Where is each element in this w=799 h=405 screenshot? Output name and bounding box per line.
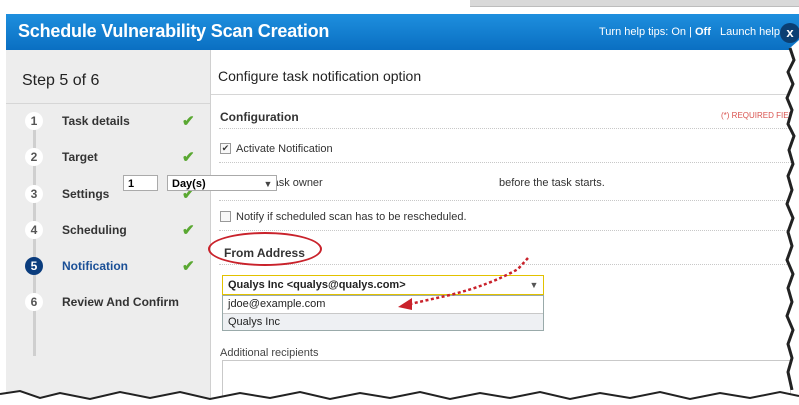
torn-edge-bottom	[0, 389, 799, 405]
step-label: Scheduling	[62, 223, 127, 237]
sidebar-step-review[interactable]: 6 Review And Confirm	[6, 293, 210, 323]
additional-recipients-label: Additional recipients	[220, 347, 319, 359]
notify-suffix-label: before the task starts.	[499, 177, 605, 189]
title-divider	[211, 94, 799, 95]
step-number: 5	[25, 257, 43, 275]
background-window	[470, 0, 799, 7]
checkmark-icon: ✔	[182, 258, 195, 275]
sidebar-step-scheduling[interactable]: 4 Scheduling ✔	[6, 221, 210, 251]
activate-notification-label: Activate Notification	[236, 143, 333, 155]
step-number: 3	[25, 185, 43, 203]
section-divider	[219, 128, 799, 129]
step-label: Target	[62, 150, 98, 164]
activate-notification-checkbox[interactable]: ✔	[220, 142, 231, 154]
activate-notification-row[interactable]: ✔ Activate Notification	[220, 142, 333, 155]
main-panel: Configure task notification option Confi…	[211, 50, 799, 405]
step-indicator: Step 5 of 6	[22, 72, 100, 89]
step-number: 1	[25, 112, 43, 130]
dialog-title: Schedule Vulnerability Scan Creation	[18, 21, 330, 41]
sidebar-step-notification[interactable]: 5 Notification ✔	[6, 257, 210, 287]
help-tips-toggle[interactable]: Turn help tips: On | Off	[599, 26, 711, 38]
reschedule-checkbox[interactable]	[220, 210, 231, 222]
torn-edge-right	[785, 40, 799, 390]
step-number: 4	[25, 221, 43, 239]
step-label: Notification	[62, 259, 128, 273]
notify-unit-value: Day(s)	[172, 178, 206, 190]
from-address-value: Qualys Inc <qualys@qualys.com>	[228, 279, 406, 291]
notify-days-input[interactable]: 1	[123, 175, 158, 191]
dialog-header: Schedule Vulnerability Scan Creation Tur…	[6, 14, 799, 50]
row-divider	[219, 230, 799, 231]
row-divider	[219, 200, 799, 201]
step-number: 6	[25, 293, 43, 311]
background-strip	[0, 0, 799, 14]
page-title: Configure task notification option	[218, 68, 422, 84]
step-number: 2	[25, 148, 43, 166]
wizard-sidebar: Step 5 of 6 1 Task details ✔ 2 Target ✔ …	[6, 50, 211, 405]
notify-unit-select[interactable]: Day(s) ▼	[167, 175, 277, 191]
help-tips-label: Turn help tips: On |	[599, 26, 695, 38]
checkmark-icon: ✔	[182, 222, 195, 239]
sidebar-step-target[interactable]: 2 Target ✔	[6, 148, 210, 178]
reschedule-label: Notify if scheduled scan has to be resch…	[236, 211, 467, 223]
chevron-down-icon: ▼	[263, 179, 273, 189]
launch-help-link[interactable]: Launch help	[720, 26, 780, 38]
configuration-heading: Configuration	[220, 110, 299, 124]
checkmark-icon: ✔	[182, 149, 195, 166]
checkmark-icon: ✔	[182, 113, 195, 130]
step-label: Task details	[62, 114, 130, 128]
sidebar-step-task-details[interactable]: 1 Task details ✔	[6, 112, 210, 142]
step-label: Settings	[62, 187, 110, 201]
dropdown-option[interactable]: Qualys Inc	[223, 313, 543, 330]
scan-creation-dialog: Schedule Vulnerability Scan Creation Tur…	[0, 0, 799, 405]
step-label: Review And Confirm	[62, 295, 179, 309]
row-divider	[219, 162, 799, 163]
annotation-arrow	[398, 257, 529, 310]
help-tips-off[interactable]: Off	[695, 26, 711, 38]
reschedule-row[interactable]: Notify if scheduled scan has to be resch…	[220, 210, 467, 223]
sidebar-divider	[6, 103, 210, 104]
annotation-ellipse	[208, 232, 322, 266]
